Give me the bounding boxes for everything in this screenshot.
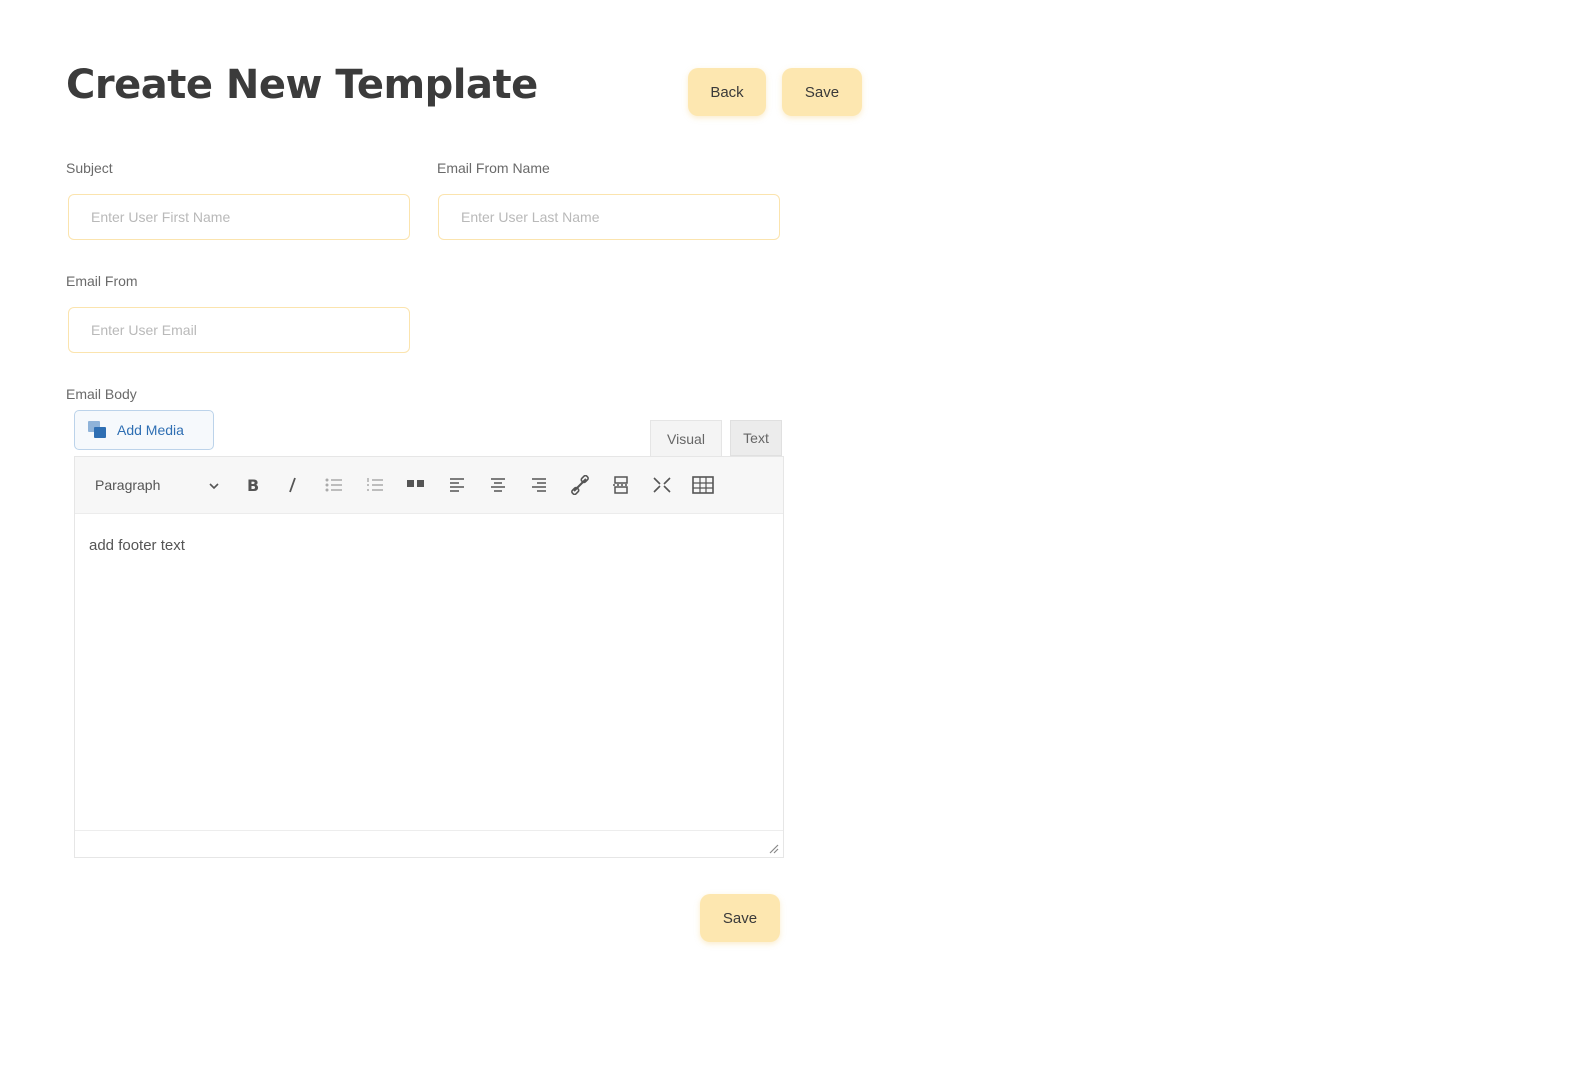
- subject-label: Subject: [66, 160, 113, 176]
- email-body-editor: Paragraph B add footer text: [74, 456, 784, 858]
- toolbar-toggle-icon[interactable]: [682, 467, 723, 503]
- blockquote-icon[interactable]: [395, 467, 436, 503]
- email-from-name-label: Email From Name: [437, 160, 550, 176]
- italic-icon[interactable]: [272, 467, 313, 503]
- svg-text:B: B: [247, 476, 259, 494]
- link-icon[interactable]: [559, 467, 600, 503]
- align-center-icon[interactable]: [477, 467, 518, 503]
- save-button-bottom[interactable]: Save: [700, 894, 780, 942]
- fullscreen-icon[interactable]: [641, 467, 682, 503]
- align-left-icon[interactable]: [436, 467, 477, 503]
- subject-input[interactable]: [68, 194, 410, 240]
- align-right-icon[interactable]: [518, 467, 559, 503]
- editor-status-bar: [75, 830, 783, 857]
- email-body-label: Email Body: [66, 386, 137, 402]
- editor-toolbar: Paragraph B: [75, 457, 783, 514]
- add-media-button[interactable]: Add Media: [74, 410, 214, 450]
- format-select-value: Paragraph: [95, 477, 161, 493]
- chevron-down-icon: [209, 477, 219, 493]
- add-media-icon: [87, 420, 109, 440]
- editor-content-area[interactable]: add footer text: [75, 513, 783, 829]
- save-button-top[interactable]: Save: [782, 68, 862, 116]
- bullet-list-icon[interactable]: [313, 467, 354, 503]
- email-from-label: Email From: [66, 273, 138, 289]
- bold-icon[interactable]: B: [231, 467, 272, 503]
- email-from-input[interactable]: [68, 307, 410, 353]
- format-select[interactable]: Paragraph: [85, 469, 225, 501]
- email-from-name-input[interactable]: [438, 194, 780, 240]
- resize-handle-icon[interactable]: [767, 841, 779, 854]
- read-more-icon[interactable]: [600, 467, 641, 503]
- back-button[interactable]: Back: [688, 68, 766, 116]
- tab-visual[interactable]: Visual: [650, 420, 722, 456]
- numbered-list-icon[interactable]: [354, 467, 395, 503]
- tab-text[interactable]: Text: [730, 420, 782, 456]
- page-title: Create New Template: [66, 62, 538, 108]
- add-media-label: Add Media: [117, 422, 184, 438]
